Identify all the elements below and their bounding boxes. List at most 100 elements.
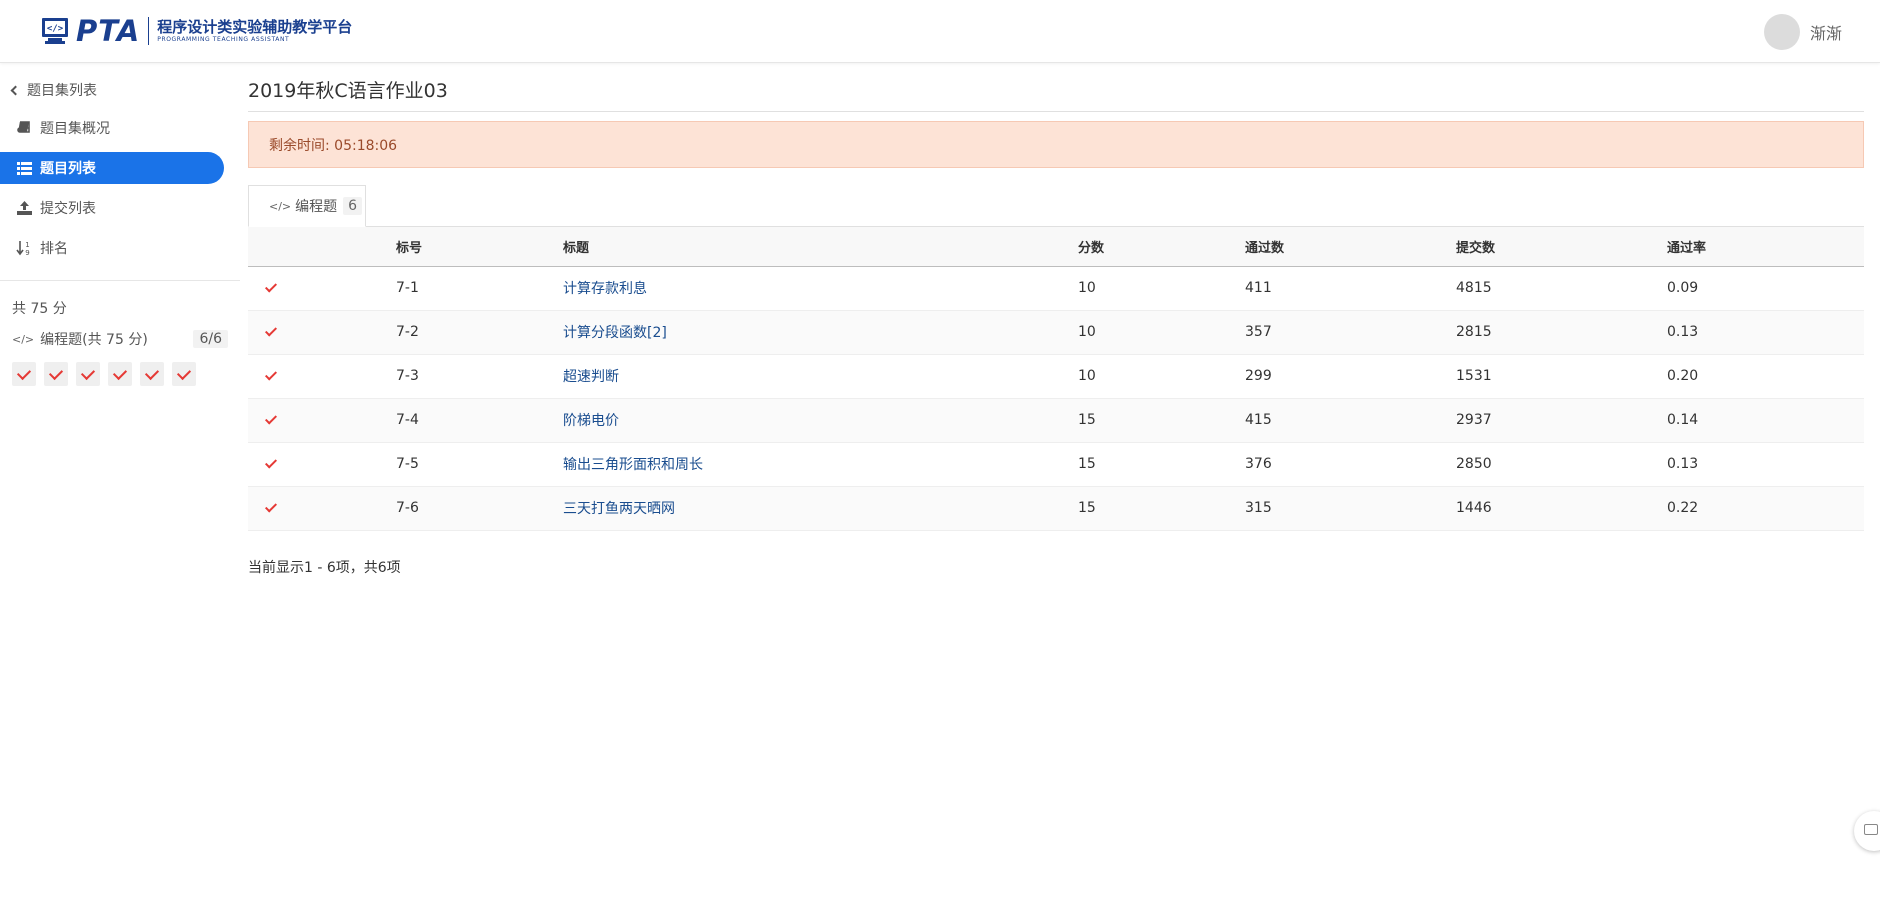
code-icon: </> <box>12 332 35 346</box>
upload-icon <box>16 200 32 216</box>
sidebar-item-submissions[interactable]: 提交列表 <box>0 192 224 224</box>
column-header-status <box>248 227 396 266</box>
sidebar-item-label: 题目集概况 <box>40 121 110 137</box>
page-title: 2019年秋C语言作业03 <box>248 80 448 102</box>
remaining-time-alert: 剩余时间: 05:18:06 <box>248 121 1864 168</box>
list-icon <box>16 160 32 176</box>
problem-id: 7-6 <box>396 500 419 516</box>
column-header-pass-rate[interactable]: 通过率 <box>1667 227 1864 266</box>
back-to-problem-sets-link[interactable]: 题目集列表 <box>10 80 97 100</box>
problem-passed-count: 376 <box>1245 456 1272 472</box>
problem-id: 7-3 <box>396 368 419 384</box>
logo-chinese-name: 程序设计类实验辅助教学平台 <box>157 18 353 36</box>
sidebar-item-overview[interactable]: 题目集概况 <box>0 112 224 144</box>
problem-table: 标号 标题 分数 通过数 提交数 通过率 7-1 计算存款利息 10 411 4… <box>248 227 1864 531</box>
problem-status-grid <box>12 362 196 386</box>
sidebar-item-problem-list[interactable]: 题目列表 <box>0 152 224 184</box>
table-row[interactable]: 7-4 阶梯电价 15 415 2937 0.14 <box>248 398 1864 442</box>
problem-pass-rate: 0.20 <box>1667 368 1699 384</box>
accepted-check-icon <box>264 368 278 381</box>
avatar[interactable] <box>1763 14 1800 50</box>
sidebar: 题目集列表 题目集概况 题目列表 提交列表 1 9 排名 共 75 分 </> … <box>0 64 240 912</box>
problem-title-link[interactable]: 计算分段函数[2] <box>563 325 667 341</box>
table-header-row: 标号 标题 分数 通过数 提交数 通过率 <box>248 227 1864 266</box>
category-label: 编程题(共 75 分) <box>40 332 148 348</box>
problem-submitted-count: 2850 <box>1456 456 1492 472</box>
problem-id: 7-1 <box>396 280 419 296</box>
problem-passed-count: 299 <box>1245 368 1272 384</box>
problem-title-link[interactable]: 计算存款利息 <box>563 281 647 297</box>
problem-title-link[interactable]: 三天打鱼两天晒网 <box>563 501 675 517</box>
column-header-score[interactable]: 分数 <box>1078 227 1245 266</box>
problem-submitted-count: 2937 <box>1456 412 1492 428</box>
sidebar-item-label: 提交列表 <box>40 201 96 217</box>
accepted-check-icon <box>264 412 278 425</box>
problem-title-link[interactable]: 输出三角形面积和周长 <box>563 457 703 473</box>
column-header-title[interactable]: 标题 <box>563 227 1078 266</box>
table-row[interactable]: 7-1 计算存款利息 10 411 4815 0.09 <box>248 266 1864 310</box>
back-link-label: 题目集列表 <box>27 83 97 99</box>
column-header-passed[interactable]: 通过数 <box>1245 227 1456 266</box>
code-screen-icon: </> <box>40 16 72 46</box>
accepted-check-icon <box>264 324 278 337</box>
category-programming[interactable]: </> 编程题(共 75 分) 6/6 <box>12 328 228 350</box>
problem-score: 10 <box>1078 280 1096 296</box>
sidebar-divider <box>0 280 240 281</box>
problem-score: 10 <box>1078 324 1096 340</box>
problem-score: 15 <box>1078 456 1096 472</box>
problem-id: 7-5 <box>396 456 419 472</box>
problem-submitted-count: 4815 <box>1456 280 1492 296</box>
top-header: </> PTA 程序设计类实验辅助教学平台 PROGRAMMING TEACHI… <box>0 0 1880 63</box>
table-row[interactable]: 7-5 输出三角形面积和周长 15 376 2850 0.13 <box>248 442 1864 486</box>
problem-status-check-icon[interactable] <box>108 362 132 386</box>
svg-text:9: 9 <box>25 249 29 256</box>
sidebar-item-ranking[interactable]: 1 9 排名 <box>0 232 224 264</box>
svg-text:</>: </> <box>47 24 64 34</box>
problem-score: 10 <box>1078 368 1096 384</box>
svg-text:1: 1 <box>25 241 29 249</box>
problem-id: 7-4 <box>396 412 419 428</box>
problem-pass-rate: 0.13 <box>1667 324 1699 340</box>
tab-label: 编程题 <box>295 199 338 215</box>
problem-submitted-count: 1531 <box>1456 368 1492 384</box>
tab-programming[interactable]: </> 编程题 6 <box>248 185 366 227</box>
pagination-summary: 当前显示1 - 6项，共6项 <box>248 560 401 576</box>
problem-pass-rate: 0.09 <box>1667 280 1699 296</box>
problem-status-check-icon[interactable] <box>172 362 196 386</box>
pta-logo[interactable]: </> PTA 程序设计类实验辅助教学平台 PROGRAMMING TEACHI… <box>40 14 353 48</box>
problem-passed-count: 315 <box>1245 500 1272 516</box>
problem-title-link[interactable]: 超速判断 <box>563 369 619 385</box>
user-menu[interactable]: 渐渐 <box>1763 14 1842 50</box>
problem-passed-count: 415 <box>1245 412 1272 428</box>
feedback-button[interactable] <box>1854 811 1880 851</box>
sidebar-item-label: 排名 <box>40 241 68 257</box>
problem-title-link[interactable]: 阶梯电价 <box>563 413 619 429</box>
column-header-submitted[interactable]: 提交数 <box>1456 227 1667 266</box>
problem-status-check-icon[interactable] <box>140 362 164 386</box>
code-icon: </> <box>269 199 292 213</box>
username[interactable]: 渐渐 <box>1810 20 1842 44</box>
accepted-check-icon <box>264 456 278 469</box>
tab-count-badge: 6 <box>343 197 363 215</box>
problem-submitted-count: 2815 <box>1456 324 1492 340</box>
table-row[interactable]: 7-3 超速判断 10 299 1531 0.20 <box>248 354 1864 398</box>
problem-status-check-icon[interactable] <box>12 362 36 386</box>
remaining-time-text: 剩余时间: 05:18:06 <box>269 137 398 154</box>
accepted-check-icon <box>264 280 278 293</box>
problem-status-check-icon[interactable] <box>44 362 68 386</box>
accepted-check-icon <box>264 500 278 513</box>
sidebar-item-label: 题目列表 <box>40 161 96 177</box>
logo-english-name: PROGRAMMING TEACHING ASSISTANT <box>157 36 290 43</box>
table-row[interactable]: 7-6 三天打鱼两天晒网 15 315 1446 0.22 <box>248 486 1864 530</box>
logo-separator <box>148 17 150 45</box>
sort-numeric-icon: 1 9 <box>16 240 32 256</box>
logo-text: PTA <box>76 14 141 48</box>
total-score: 共 75 分 <box>12 301 67 317</box>
problem-id: 7-2 <box>396 324 419 340</box>
column-header-id[interactable]: 标号 <box>396 227 563 266</box>
problem-pass-rate: 0.14 <box>1667 412 1699 428</box>
table-row[interactable]: 7-2 计算分段函数[2] 10 357 2815 0.13 <box>248 310 1864 354</box>
problem-status-check-icon[interactable] <box>76 362 100 386</box>
problem-score: 15 <box>1078 500 1096 516</box>
title-divider <box>248 111 1864 112</box>
